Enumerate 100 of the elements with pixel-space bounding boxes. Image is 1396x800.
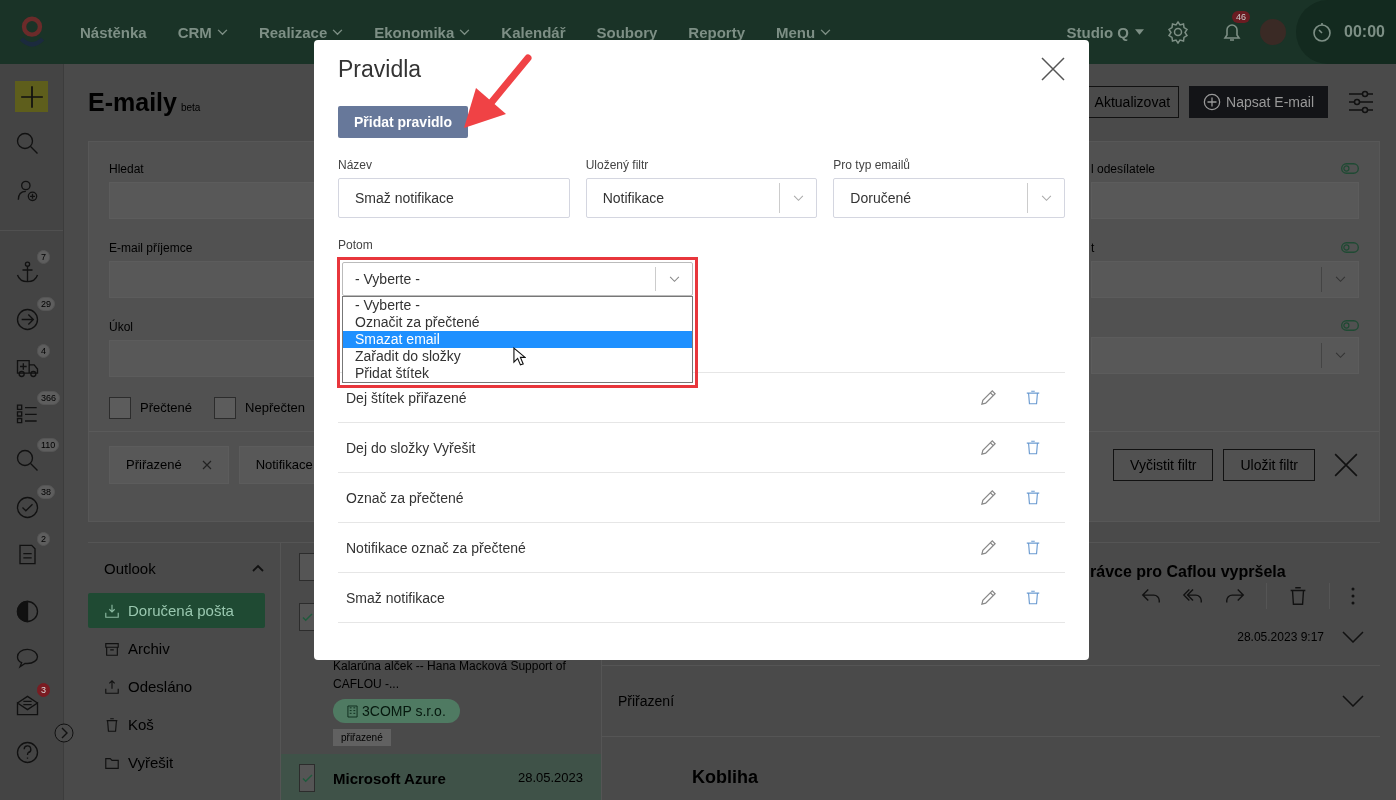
workspace-menu[interactable]: Studio Q bbox=[1066, 23, 1144, 41]
check-icon bbox=[301, 612, 313, 622]
trash-icon[interactable] bbox=[1025, 389, 1041, 406]
folder-item[interactable]: Doručená pošta bbox=[88, 593, 265, 628]
select-all-checkbox[interactable] bbox=[299, 553, 315, 581]
nav-item[interactable]: CRM bbox=[177, 23, 228, 41]
dropdown-option[interactable]: Smazat email bbox=[343, 331, 692, 348]
filter-button[interactable]: Vyčistit filtr bbox=[1113, 448, 1214, 481]
help-icon[interactable] bbox=[15, 740, 40, 765]
trash-icon[interactable] bbox=[1025, 589, 1041, 606]
nav-item[interactable]: Reporty bbox=[688, 23, 746, 41]
message-checkbox[interactable] bbox=[299, 603, 315, 631]
toggle-switch[interactable] bbox=[1341, 242, 1359, 254]
upload-icon bbox=[104, 678, 120, 695]
dropdown-option[interactable]: Zařadit do složky bbox=[343, 348, 692, 365]
sliders-icon[interactable] bbox=[1348, 89, 1374, 116]
filter-chip[interactable]: Přiřazené bbox=[109, 445, 229, 484]
count-badge: 4 bbox=[37, 344, 50, 358]
nav-item[interactable]: Ekonomika bbox=[374, 23, 471, 41]
trash-icon[interactable] bbox=[1025, 539, 1041, 556]
select-field[interactable] bbox=[1091, 260, 1359, 298]
chevron-down-icon bbox=[332, 28, 344, 36]
pencil-icon[interactable] bbox=[980, 439, 997, 456]
dropdown-option[interactable]: Označit za přečtené bbox=[343, 314, 692, 331]
checkbox[interactable] bbox=[109, 396, 131, 419]
pencil-icon[interactable] bbox=[980, 389, 997, 406]
add-button[interactable] bbox=[15, 81, 48, 112]
select-field[interactable]: Doručené bbox=[833, 178, 1065, 218]
field-label: Potom bbox=[338, 238, 373, 252]
trash-icon[interactable] bbox=[1025, 489, 1041, 506]
add-rule-button[interactable]: Přidat pravidlo bbox=[338, 106, 469, 138]
logo-icon[interactable] bbox=[17, 16, 47, 48]
toggle-switch[interactable] bbox=[1341, 319, 1359, 331]
chevron-down-icon[interactable] bbox=[1342, 631, 1364, 643]
building-icon bbox=[347, 704, 358, 718]
more-icon[interactable] bbox=[1350, 586, 1356, 606]
chevron-right-icon[interactable] bbox=[54, 723, 74, 743]
contrast-icon[interactable] bbox=[15, 599, 40, 624]
check-icon bbox=[301, 773, 313, 783]
folder-item[interactable]: Archiv bbox=[88, 631, 265, 666]
user-plus-icon[interactable] bbox=[15, 178, 40, 203]
timer-icon[interactable] bbox=[1310, 20, 1334, 44]
checkbox-label: Nepřečten bbox=[245, 400, 306, 416]
chevron-down-icon bbox=[668, 275, 680, 283]
rule-name: Označ za přečtené bbox=[346, 489, 465, 506]
field-label: E-mail příjemce bbox=[109, 240, 193, 255]
email-date: 28.05.2023 9:17 bbox=[1237, 630, 1324, 644]
select-field[interactable] bbox=[1091, 336, 1359, 374]
filter-button[interactable]: Uložit filtr bbox=[1223, 448, 1315, 481]
pencil-icon[interactable] bbox=[980, 489, 997, 506]
chevron-icon[interactable] bbox=[252, 564, 264, 572]
close-icon[interactable] bbox=[1041, 57, 1065, 81]
search-icon[interactable] bbox=[15, 448, 40, 473]
inbox-icon bbox=[104, 602, 120, 619]
dialog-title: Pravidla bbox=[338, 55, 422, 83]
message-checkbox[interactable] bbox=[299, 764, 315, 792]
check-circle-icon[interactable] bbox=[15, 495, 40, 520]
rule-name: Dej do složky Vyřešit bbox=[346, 439, 477, 456]
settings-icon[interactable] bbox=[1166, 20, 1190, 44]
message-date: 28.05.2023 bbox=[517, 769, 583, 787]
select-field[interactable]: Notifikace bbox=[585, 178, 818, 218]
folder-item[interactable]: Koš bbox=[88, 707, 265, 742]
message-sender: Microsoft Azure bbox=[333, 769, 446, 787]
toggle-switch[interactable] bbox=[1341, 163, 1359, 175]
archive-icon bbox=[104, 640, 120, 657]
folder-item[interactable]: Vyřešit bbox=[88, 745, 265, 780]
input-field[interactable]: Smaž notifikace bbox=[338, 178, 570, 218]
field-label: t bbox=[1091, 240, 1095, 255]
nav-item[interactable]: Kalendář bbox=[501, 23, 566, 41]
chevron-down-icon[interactable] bbox=[1342, 695, 1364, 707]
message-preview: Kalarúna alček -- Hana Macková Support of CAFLOU -... bbox=[333, 658, 567, 693]
count-badge: 3 bbox=[37, 683, 50, 697]
search-icon[interactable] bbox=[15, 131, 40, 156]
dropdown-option[interactable]: - Vyberte - bbox=[343, 297, 692, 314]
chevron-down-icon bbox=[820, 28, 832, 36]
arrow-circle-icon[interactable] bbox=[15, 307, 40, 332]
chat-bubble-icon[interactable] bbox=[15, 646, 40, 671]
nav-item[interactable]: Realizace bbox=[258, 23, 344, 41]
nav-item[interactable]: Nástěnka bbox=[80, 23, 147, 41]
folder-item[interactable]: Odesláno bbox=[88, 669, 265, 704]
message-tag: přiřazené bbox=[333, 729, 391, 746]
account-name[interactable]: Outlook bbox=[104, 559, 156, 577]
page-title: E-maily bbox=[88, 87, 177, 117]
count-badge: 29 bbox=[37, 297, 55, 311]
field-label: Název bbox=[338, 158, 373, 172]
anchor-icon[interactable] bbox=[15, 260, 40, 285]
pencil-icon[interactable] bbox=[980, 539, 997, 556]
plus-circle-icon bbox=[1203, 93, 1222, 112]
field-label: Pro typ emailů bbox=[833, 158, 912, 172]
nav-item[interactable]: Menu bbox=[776, 23, 832, 41]
dropdown-option[interactable]: Přidat štítek bbox=[343, 365, 692, 382]
compose-button[interactable]: Napsat E-mail bbox=[1189, 86, 1328, 119]
company-chip[interactable]: 3COMP s.r.o. bbox=[333, 699, 460, 723]
checkbox[interactable] bbox=[214, 396, 237, 419]
nav-item[interactable]: Soubory bbox=[596, 23, 658, 41]
mail-icon[interactable] bbox=[15, 693, 40, 718]
trash-icon[interactable] bbox=[1025, 439, 1041, 456]
field-label: l odesílatele bbox=[1091, 161, 1156, 176]
message-row[interactable]: Microsoft Azure 28.05.2023 bbox=[281, 754, 601, 800]
pencil-icon[interactable] bbox=[980, 589, 997, 606]
